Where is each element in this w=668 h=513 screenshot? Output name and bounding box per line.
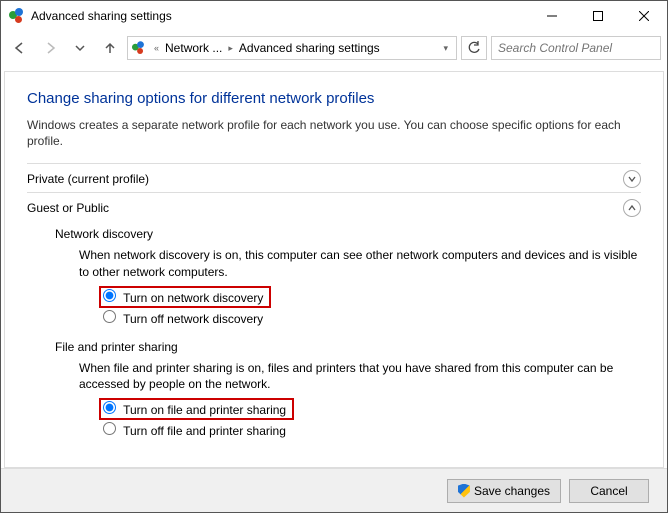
radio-fp-on-input[interactable] [103, 401, 116, 414]
radio-nd-off-input[interactable] [103, 310, 116, 323]
refresh-button[interactable] [461, 36, 487, 60]
file-printer-desc: When file and printer sharing is on, fil… [79, 360, 641, 392]
window-controls [529, 1, 667, 31]
close-icon [639, 11, 649, 21]
maximize-icon [593, 11, 603, 21]
maximize-button[interactable] [575, 1, 621, 31]
title-bar: Advanced sharing settings [1, 1, 667, 31]
breadcrumb-sep: « [154, 43, 159, 53]
section-private-label: Private (current profile) [27, 172, 149, 186]
radio-fp-off[interactable]: Turn off file and printer sharing [103, 422, 286, 438]
cancel-label: Cancel [590, 484, 627, 498]
radio-nd-on-input[interactable] [103, 289, 116, 302]
back-button[interactable] [7, 35, 33, 61]
search-input[interactable] [491, 36, 661, 60]
minimize-icon [547, 11, 557, 21]
control-panel-icon [132, 41, 146, 55]
radio-nd-off-label: Turn off network discovery [123, 312, 263, 326]
address-bar[interactable]: « Network ... ▸ Advanced sharing setting… [127, 36, 457, 60]
cancel-button[interactable]: Cancel [569, 479, 649, 503]
chevron-down-icon [75, 43, 85, 53]
network-discovery-off-row: Turn off network discovery [103, 310, 641, 326]
window-title: Advanced sharing settings [31, 9, 172, 23]
radio-nd-on-label: Turn on network discovery [123, 291, 263, 305]
radio-fp-off-label: Turn off file and printer sharing [123, 424, 286, 438]
radio-nd-off[interactable]: Turn off network discovery [103, 310, 263, 326]
highlight-box: Turn on file and printer sharing [99, 398, 294, 420]
footer-bar: Save changes Cancel [1, 468, 667, 512]
radio-nd-on[interactable]: Turn on network discovery [103, 291, 263, 305]
close-button[interactable] [621, 1, 667, 31]
navigation-bar: « Network ... ▸ Advanced sharing setting… [1, 31, 667, 65]
chevron-right-icon: ▸ [228, 43, 233, 54]
network-discovery-heading: Network discovery [55, 227, 641, 241]
radio-fp-off-input[interactable] [103, 422, 116, 435]
section-guest-public[interactable]: Guest or Public [27, 192, 641, 221]
breadcrumb-item[interactable]: Advanced sharing settings [239, 41, 380, 55]
address-dropdown[interactable]: ▾ [439, 43, 452, 54]
arrow-up-icon [103, 41, 117, 55]
save-changes-label: Save changes [474, 484, 550, 498]
chevron-down-icon [627, 174, 637, 184]
recent-button[interactable] [67, 35, 93, 61]
section-guest-label: Guest or Public [27, 201, 109, 215]
forward-button[interactable] [37, 35, 63, 61]
radio-fp-on[interactable]: Turn on file and printer sharing [103, 403, 286, 417]
file-printer-heading: File and printer sharing [55, 340, 641, 354]
file-printer-on-row: Turn on file and printer sharing [103, 398, 641, 420]
radio-fp-on-label: Turn on file and printer sharing [123, 403, 286, 417]
section-private[interactable]: Private (current profile) [27, 163, 641, 192]
up-button[interactable] [97, 35, 123, 61]
highlight-box: Turn on network discovery [99, 286, 271, 308]
page-heading: Change sharing options for different net… [27, 90, 641, 107]
control-panel-icon [9, 8, 25, 24]
arrow-right-icon [43, 41, 57, 55]
file-printer-off-row: Turn off file and printer sharing [103, 422, 641, 438]
chevron-up-icon [627, 203, 637, 213]
network-discovery-on-row: Turn on network discovery [103, 286, 641, 308]
page-description: Windows creates a separate network profi… [27, 117, 641, 149]
collapse-icon[interactable] [623, 199, 641, 217]
expand-icon[interactable] [623, 170, 641, 188]
save-changes-button[interactable]: Save changes [447, 479, 561, 503]
minimize-button[interactable] [529, 1, 575, 31]
network-discovery-desc: When network discovery is on, this compu… [79, 247, 641, 279]
arrow-left-icon [13, 41, 27, 55]
refresh-icon [467, 41, 481, 55]
breadcrumb-item[interactable]: Network ... [165, 41, 222, 55]
content-pane: Change sharing options for different net… [4, 71, 664, 468]
shield-icon [458, 484, 470, 498]
